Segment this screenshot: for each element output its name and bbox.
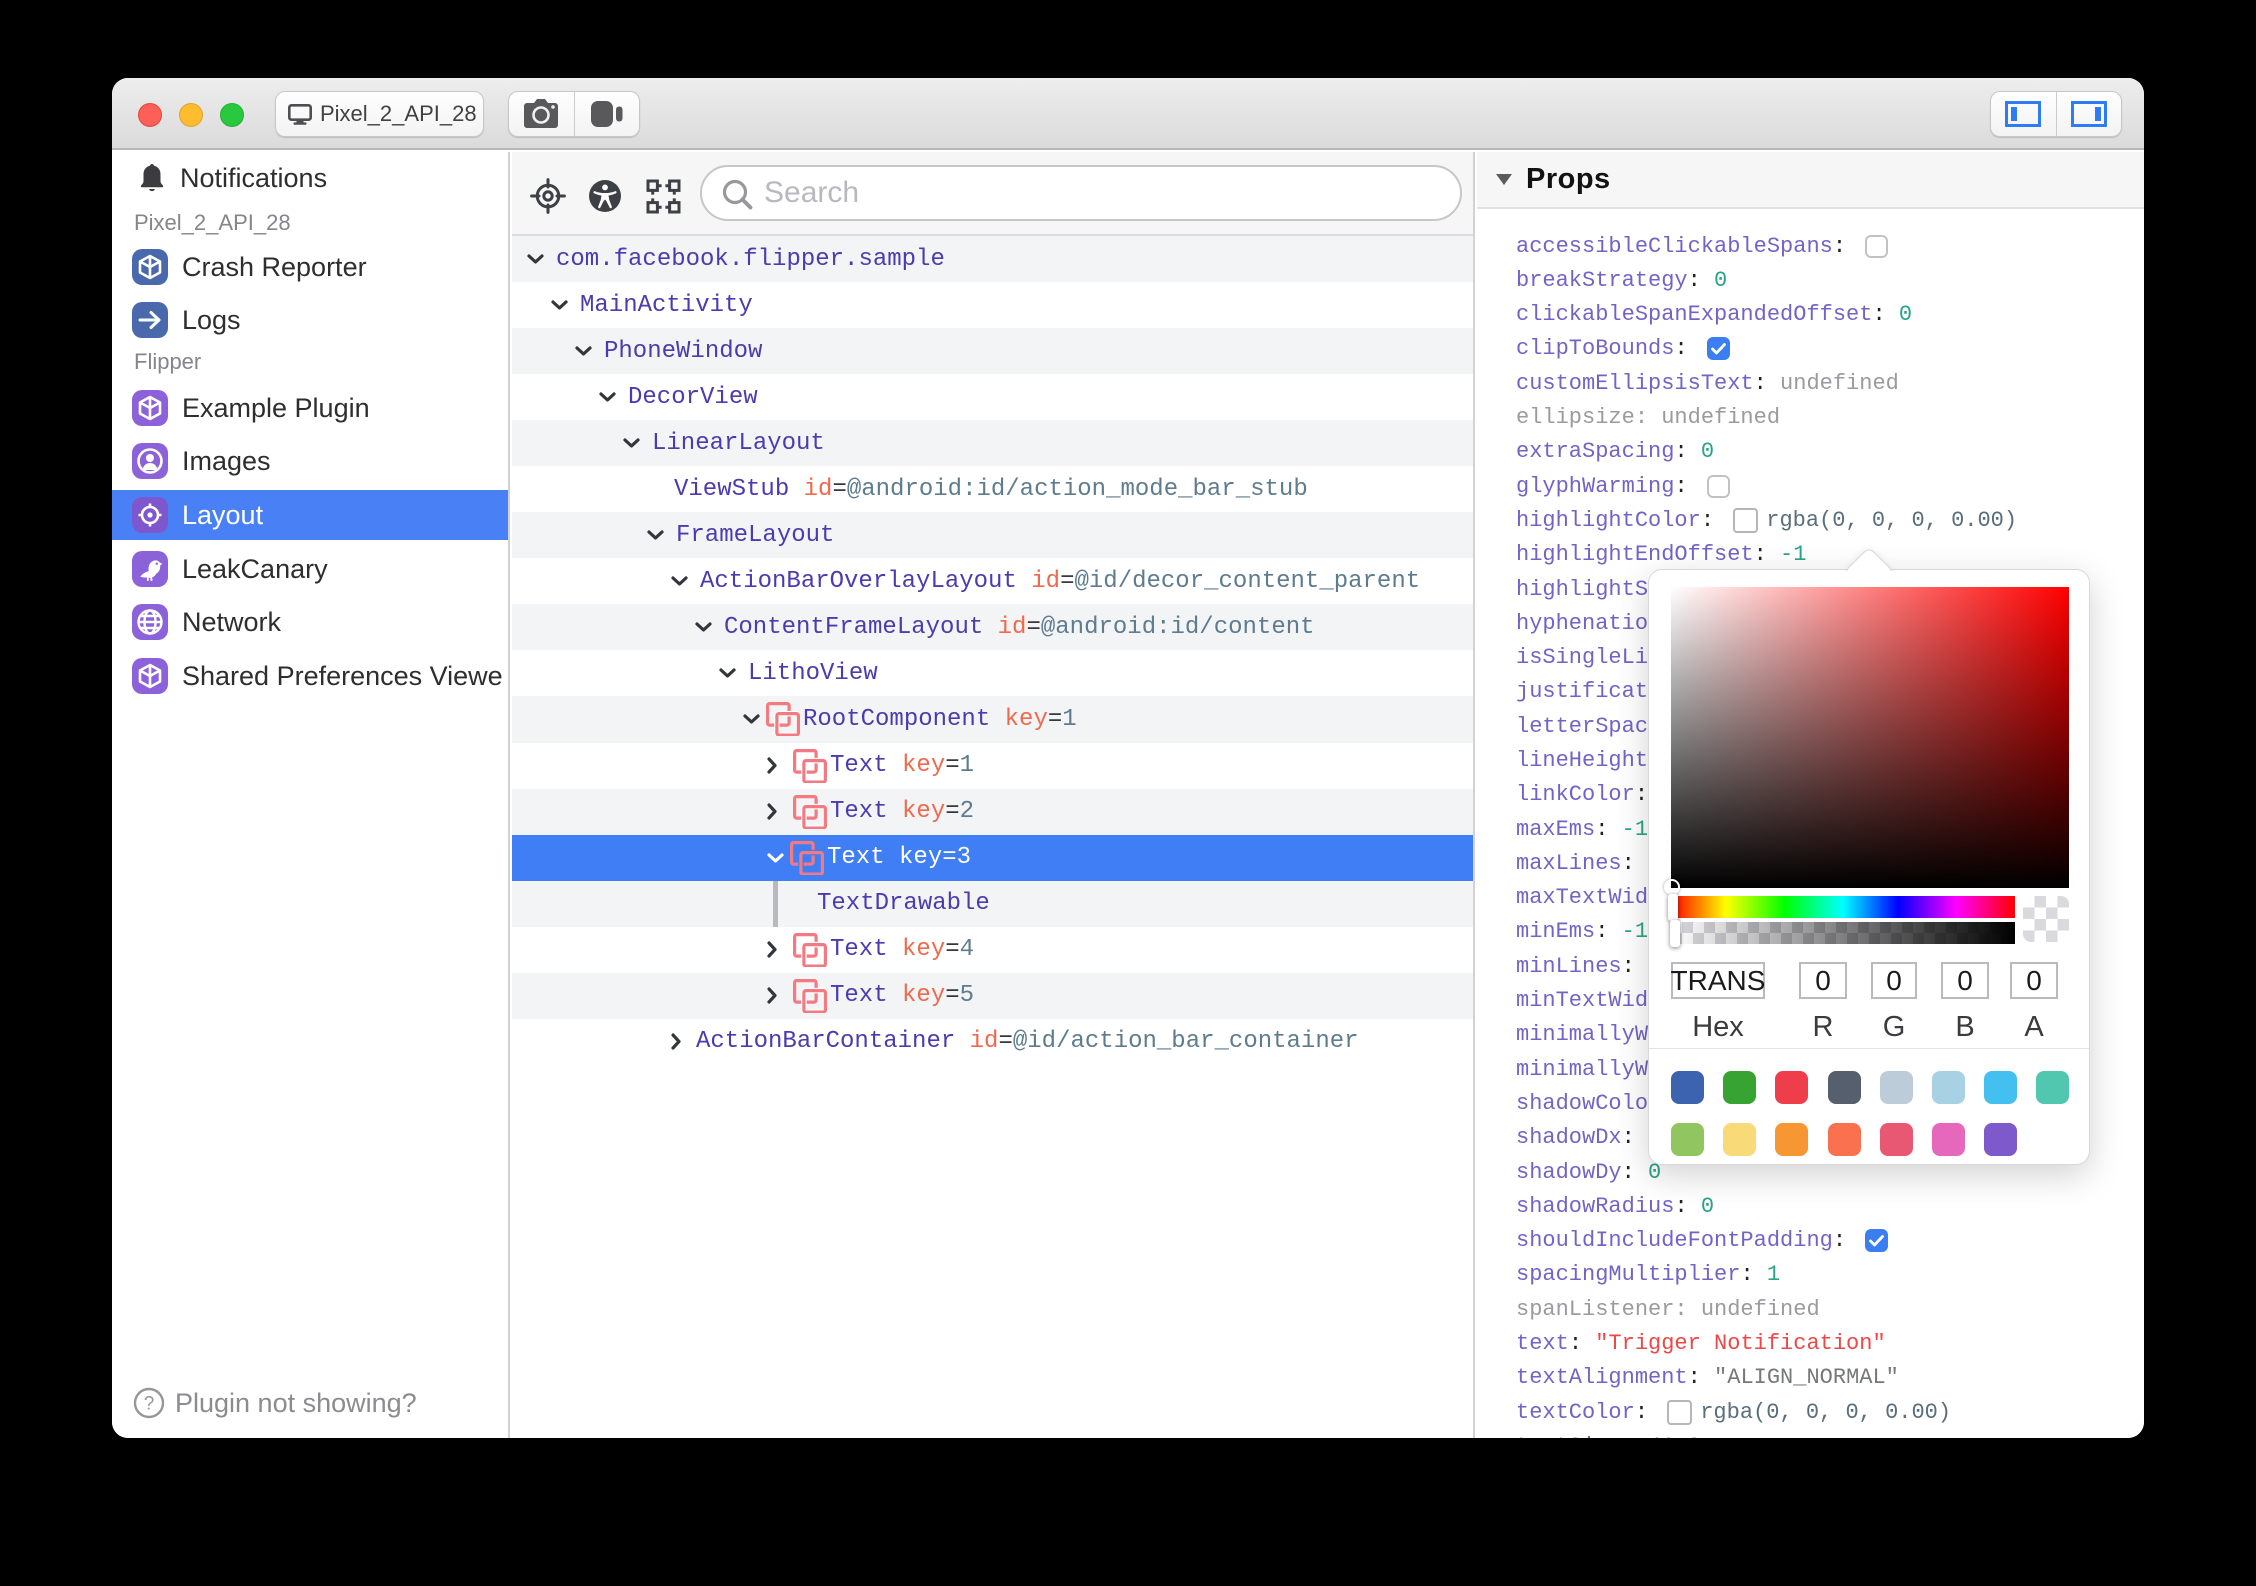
svg-text:?: ? [144,1394,155,1415]
